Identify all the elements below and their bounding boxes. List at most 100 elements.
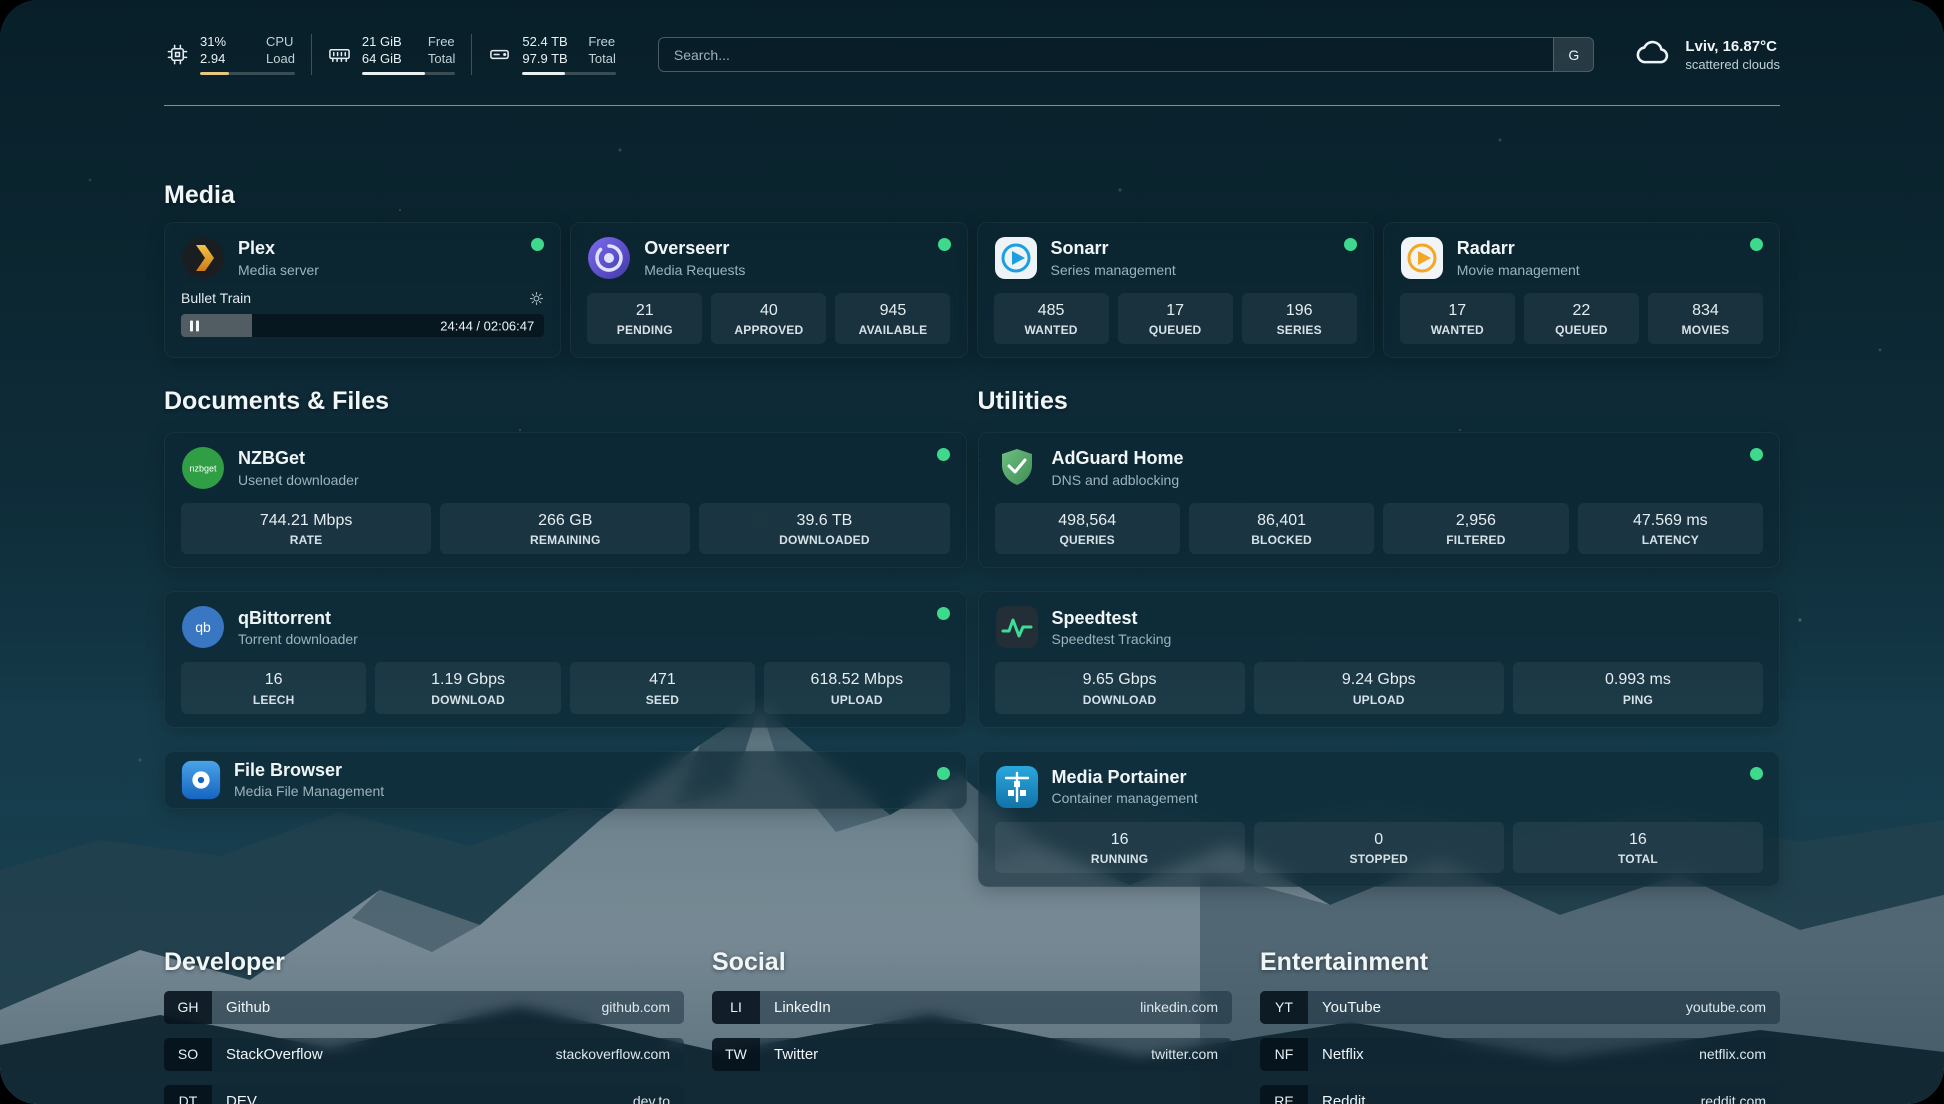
stat-value: 834 xyxy=(1652,301,1759,320)
app-card-radarr[interactable]: Radarr Movie management 17 WANTED 22 QUE… xyxy=(1383,222,1780,358)
stats-row: 744.21 Mbps RATE 266 GB REMAINING 39.6 T… xyxy=(181,503,950,554)
now-playing-row: Bullet Train xyxy=(181,290,544,306)
app-card-portainer[interactable]: Media Portainer Container management 16 … xyxy=(978,751,1781,887)
stat-value: 744.21 Mbps xyxy=(185,511,427,530)
header-divider xyxy=(164,105,1780,106)
stat-leech: 16 LEECH xyxy=(181,662,366,713)
search-engine-button[interactable]: G xyxy=(1553,38,1593,71)
stat-value: 86,401 xyxy=(1193,511,1370,530)
stat-label: UPLOAD xyxy=(768,693,945,707)
stat-value: 40 xyxy=(715,301,822,320)
bookmark-netflix[interactable]: NF Netflix netflix.com xyxy=(1260,1038,1780,1071)
status-dot xyxy=(937,767,950,780)
bookmark-reddit[interactable]: RE Reddit reddit.com xyxy=(1260,1085,1780,1104)
stat-upload: 618.52 Mbps UPLOAD xyxy=(764,662,949,713)
disk-free-label: Free xyxy=(588,34,615,50)
cpu-widget: 31% CPU 2.94 Load xyxy=(164,34,311,75)
stat-label: SERIES xyxy=(1246,323,1353,337)
stat-value: 9.65 Gbps xyxy=(999,670,1241,689)
app-card-qbittorrent[interactable]: qb qBittorrent Torrent downloader 16 xyxy=(164,591,967,727)
bookmark-youtube[interactable]: YT YouTube youtube.com xyxy=(1260,991,1780,1024)
app-card-speedtest[interactable]: Speedtest Speedtest Tracking 9.65 Gbps D… xyxy=(978,591,1781,727)
disk-total-value: 97.9 TB xyxy=(522,51,572,67)
section-title-entertainment: Entertainment xyxy=(1260,947,1780,977)
bookmark-abbr: LI xyxy=(712,991,760,1024)
bookmark-url: dev.to xyxy=(633,1085,684,1104)
memory-usage-fill xyxy=(362,72,425,75)
search-input[interactable] xyxy=(659,38,1553,71)
nzbget-icon: nzbget xyxy=(181,446,225,490)
cpu-load-label: Load xyxy=(266,51,295,67)
stat-value: 21 xyxy=(591,301,698,320)
bookmark-abbr: DT xyxy=(164,1085,212,1104)
stats-row: 17 WANTED 22 QUEUED 834 MOVIES xyxy=(1400,293,1763,344)
stat-seed: 471 SEED xyxy=(570,662,755,713)
bookmark-name: YouTube xyxy=(1308,991,1686,1024)
stat-value: 945 xyxy=(839,301,946,320)
stat-label: STOPPED xyxy=(1258,852,1500,866)
entertainment-bookmarks: YT YouTube youtube.com NF Netflix netfli… xyxy=(1260,991,1780,1104)
app-card-plex[interactable]: Plex Media server Bullet Train xyxy=(164,222,561,358)
bookmark-twitter[interactable]: TW Twitter twitter.com xyxy=(712,1038,1232,1071)
speedtest-icon xyxy=(995,605,1039,649)
weather-location: Lviv, 16.87°C xyxy=(1685,38,1780,55)
app-card-overseerr[interactable]: Overseerr Media Requests 21 PENDING 40 A… xyxy=(570,222,967,358)
disk-free-value: 52.4 TB xyxy=(522,34,572,50)
stat-stopped: 0 STOPPED xyxy=(1254,822,1504,873)
disk-widget: 52.4 TB Free 97.9 TB Total xyxy=(471,34,631,75)
stat-label: REMAINING xyxy=(444,533,686,547)
search-bar: G xyxy=(658,37,1594,72)
stat-running: 16 RUNNING xyxy=(995,822,1245,873)
cpu-readout: 31% CPU 2.94 Load xyxy=(200,34,295,75)
disk-total-label: Total xyxy=(588,51,615,67)
bookmark-abbr: RE xyxy=(1260,1085,1308,1104)
stat-value: 498,564 xyxy=(999,511,1176,530)
bookmark-name: Twitter xyxy=(760,1038,1151,1071)
stat-wanted: 17 WANTED xyxy=(1400,293,1515,344)
stat-label: DOWNLOAD xyxy=(999,693,1241,707)
filebrowser-icon xyxy=(181,760,221,800)
radarr-icon xyxy=(1400,236,1444,280)
sonarr-icon xyxy=(994,236,1038,280)
stat-ping: 0.993 ms PING xyxy=(1513,662,1763,713)
status-dot xyxy=(1344,238,1357,251)
plex-icon xyxy=(181,236,225,280)
app-name: Speedtest xyxy=(1052,608,1172,630)
stat-label: TOTAL xyxy=(1517,852,1759,866)
dashboard-content: 31% CPU 2.94 Load xyxy=(0,0,1944,1104)
status-dot xyxy=(1750,238,1763,251)
app-subtitle: Movie management xyxy=(1457,262,1580,278)
bookmark-abbr: TW xyxy=(712,1038,760,1071)
bookmark-dev[interactable]: DT DEV dev.to xyxy=(164,1085,684,1104)
section-developer: Developer GH Github github.com SO StackO… xyxy=(164,947,684,1104)
memory-free-value: 21 GiB xyxy=(362,34,412,50)
settings-gear-icon[interactable] xyxy=(529,291,544,306)
app-name: qBittorrent xyxy=(238,608,358,630)
stat-download: 1.19 Gbps DOWNLOAD xyxy=(375,662,560,713)
stat-download: 9.65 Gbps DOWNLOAD xyxy=(995,662,1245,713)
app-subtitle: DNS and adblocking xyxy=(1052,472,1184,488)
app-card-filebrowser[interactable]: File Browser Media File Management xyxy=(164,751,967,809)
stat-wanted: 485 WANTED xyxy=(994,293,1109,344)
app-card-nzbget[interactable]: nzbget NZBGet Usenet downloader 744.21 M… xyxy=(164,432,967,568)
stat-label: FILTERED xyxy=(1387,533,1564,547)
stat-label: DOWNLOAD xyxy=(379,693,556,707)
bookmark-stackoverflow[interactable]: SO StackOverflow stackoverflow.com xyxy=(164,1038,684,1071)
app-card-adguard[interactable]: AdGuard Home DNS and adblocking 498,564 … xyxy=(978,432,1781,568)
stat-value: 22 xyxy=(1528,301,1635,320)
stat-label: QUEUED xyxy=(1528,323,1635,337)
bookmark-linkedin[interactable]: LI LinkedIn linkedin.com xyxy=(712,991,1232,1024)
disk-usage-fill xyxy=(522,72,565,75)
stat-approved: 40 APPROVED xyxy=(711,293,826,344)
svg-text:qb: qb xyxy=(195,619,211,635)
bookmark-name: StackOverflow xyxy=(212,1038,556,1071)
stat-label: QUEUED xyxy=(1122,323,1229,337)
section-entertainment: Entertainment YT YouTube youtube.com NF … xyxy=(1260,947,1780,1104)
stat-label: BLOCKED xyxy=(1193,533,1370,547)
app-name: AdGuard Home xyxy=(1052,448,1184,470)
memory-free-label: Free xyxy=(428,34,455,50)
bookmark-github[interactable]: GH Github github.com xyxy=(164,991,684,1024)
bookmark-abbr: SO xyxy=(164,1038,212,1071)
app-card-sonarr[interactable]: Sonarr Series management 485 WANTED 17 Q… xyxy=(977,222,1374,358)
cpu-icon xyxy=(166,43,189,66)
